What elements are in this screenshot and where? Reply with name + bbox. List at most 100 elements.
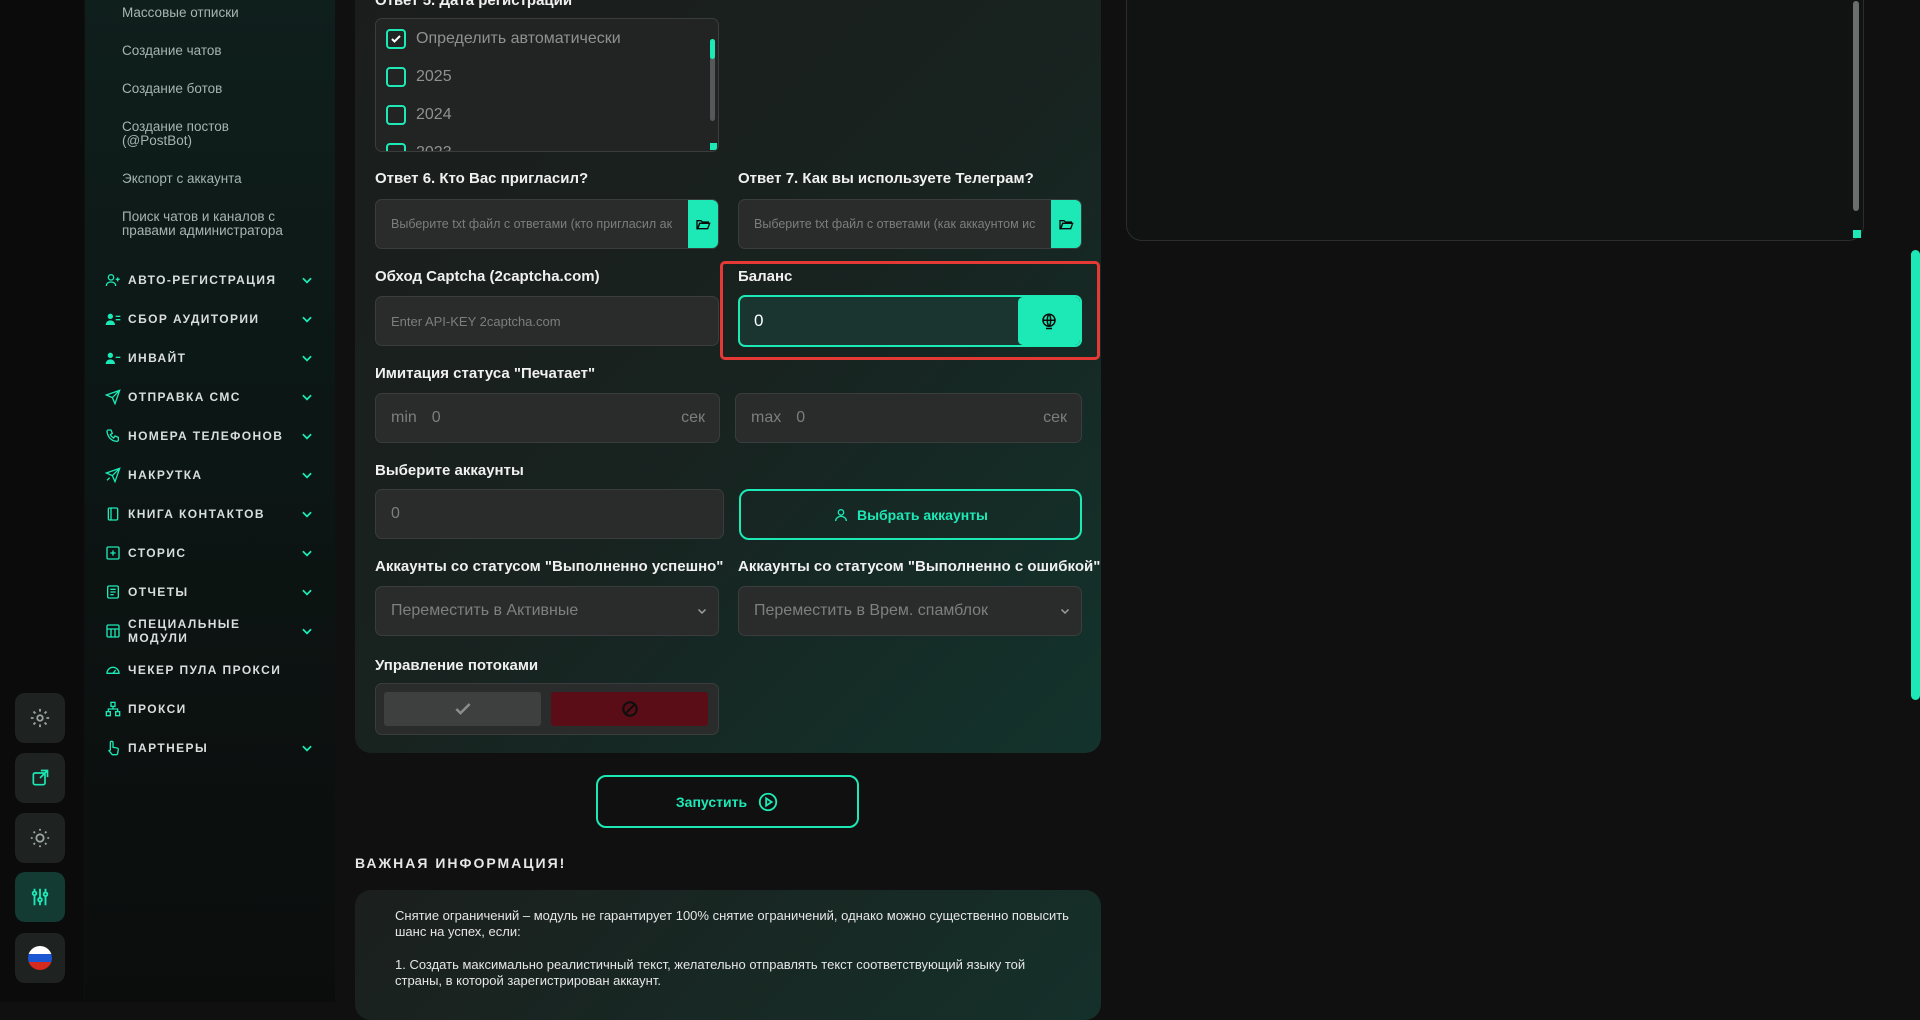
sidebar-sub-item-create-bots[interactable]: Создание ботов [122,82,322,96]
sidebar-sub-item-admin-search[interactable]: Поиск чатов и каналов с правами админист… [122,210,302,238]
icon-rail [0,0,84,1002]
sidebar-sub-item-create-posts[interactable]: Создание постов (@PostBot) [122,120,262,148]
check-icon [391,35,401,43]
chevron-down-icon [302,589,312,596]
log-panel[interactable] [1126,0,1864,241]
theme-toggle-button[interactable] [15,813,65,863]
nav-reports[interactable]: Отчеты [104,581,314,603]
check-balance-button[interactable] [1018,297,1080,345]
play-circle-icon [758,792,778,811]
phone-icon [104,427,122,445]
typing-max-input[interactable]: max 0 сек [735,393,1082,443]
success-status-select[interactable]: Переместить в Активные [375,586,719,636]
page-scrollbar[interactable] [1911,250,1920,700]
balance-value: 0 [754,311,764,330]
chevron-down-icon [302,355,312,362]
nav-proxy-checker[interactable]: Чекер пула прокси [104,659,314,681]
user-add-icon [104,349,122,367]
typing-label: Имитация статуса "Печатает" [375,365,596,382]
russia-flag-icon [28,946,52,970]
info-paragraph-1: Снятие ограничений – модуль не гарантиру… [395,908,1069,939]
folder-button[interactable] [1051,200,1081,248]
threads-label: Управление потоками [375,657,539,674]
open-external-button[interactable] [15,753,65,803]
story-icon [104,544,122,562]
option-auto[interactable]: Определить автоматически [386,29,621,49]
sidebar-sub-item-create-chats[interactable]: Создание чатов [122,44,322,58]
info-paragraph-2: 1. Создать максимально реалистичный текс… [395,957,1026,988]
speedometer-icon [104,661,122,679]
thread-control [375,683,719,735]
q7-file-input[interactable]: Выберите txt файл с ответами (как аккаун… [738,199,1082,249]
sidebar-sub-item-export[interactable]: Экспорт с аккаунта [122,172,322,186]
nav-proxy[interactable]: Прокси [104,698,314,720]
chevron-down-icon [302,550,312,557]
language-button[interactable] [15,933,65,983]
chevron-down-icon [302,316,312,323]
launch-button[interactable]: Запустить [596,775,859,828]
resize-handle[interactable] [1853,230,1861,238]
sidebar-sub-item-mass-unsubscribe[interactable]: Массовые отписки [122,6,322,20]
chevron-down-icon [302,472,312,479]
choose-accounts-button[interactable]: Выбрать аккаунты [739,489,1082,540]
option-2023[interactable]: 2023 [386,143,452,151]
book-icon [104,505,122,523]
nav-audience-collection[interactable]: Сбор аудитории [104,308,314,330]
stop-threads-button[interactable] [551,692,708,726]
important-info-heading: ВАЖНАЯ ИНФОРМАЦИЯ! [355,855,567,871]
nav-phone-numbers[interactable]: Номера телефонов [104,425,314,447]
captcha-api-key-input[interactable]: Enter API-KEY 2captcha.com [375,296,719,346]
balance-field[interactable]: 0 [738,295,1082,347]
start-threads-button[interactable] [384,692,541,726]
checkbox-checked[interactable] [386,29,406,49]
folder-open-icon [696,220,711,230]
q6-file-input[interactable]: Выберите txt файл с ответами (кто пригла… [375,199,719,249]
check-icon [454,703,471,715]
error-status-select[interactable]: Переместить в Врем. спамблок [738,586,1082,636]
log-panel-scrollbar[interactable] [1853,1,1859,211]
nav-special-modules[interactable]: Специальные модули [104,617,314,645]
chevron-down-icon [302,628,312,635]
external-link-icon [32,769,49,786]
q7-label: Ответ 7. Как вы используете Телеграм? [738,170,1034,187]
chevron-down-icon [302,745,312,752]
nav-send-sms[interactable]: Отправка смс [104,386,314,408]
typing-min-input[interactable]: min 0 сек [375,393,720,443]
folder-button[interactable] [688,200,718,248]
captcha-label: Обход Captcha (2captcha.com) [375,268,600,285]
filters-button[interactable] [15,872,65,922]
block-icon [621,701,638,717]
nav-contact-book[interactable]: Книга контактов [104,503,314,525]
balance-label: Баланс [738,268,793,285]
sidebar: Массовые отписки Создание чатов Создание… [85,0,335,1002]
send-icon [104,388,122,406]
checkbox[interactable] [386,67,406,87]
nav-invite[interactable]: Инвайт [104,347,314,369]
resize-handle[interactable] [710,143,717,150]
list-scrollbar-thumb[interactable] [710,39,715,59]
q5-label: Ответ 5. Дата регистрации [375,0,573,9]
nav-boost[interactable]: Накрутка [104,464,314,486]
accounts-count-field: 0 [375,489,724,539]
success-status-label: Аккаунты со статусом "Выполненно успешно… [375,558,724,575]
checkbox[interactable] [386,105,406,125]
settings-card: Ответ 5. Дата регистрации Определить авт… [355,0,1101,753]
registration-year-list[interactable]: Определить автоматически 2025 2024 2023 [375,18,719,152]
nav-auto-registration[interactable]: Авто-регистрация [104,269,314,291]
boost-icon [104,466,122,484]
settings-button[interactable] [15,693,65,743]
important-info-card: Снятие ограничений – модуль не гарантиру… [355,890,1101,1020]
report-icon [104,583,122,601]
chevron-down-icon [302,433,312,440]
checkbox[interactable] [386,143,406,151]
option-2024[interactable]: 2024 [386,105,452,125]
nav-partners[interactable]: Партнеры [104,737,314,759]
nav-stories[interactable]: Сторис [104,542,314,564]
user-icon [834,508,847,521]
chevron-down-icon [302,511,312,518]
option-2025[interactable]: 2025 [386,67,452,87]
gear-icon [30,708,50,728]
chevron-down-icon [302,277,312,284]
chevron-down-icon [1060,608,1070,615]
sliders-icon [31,888,49,906]
